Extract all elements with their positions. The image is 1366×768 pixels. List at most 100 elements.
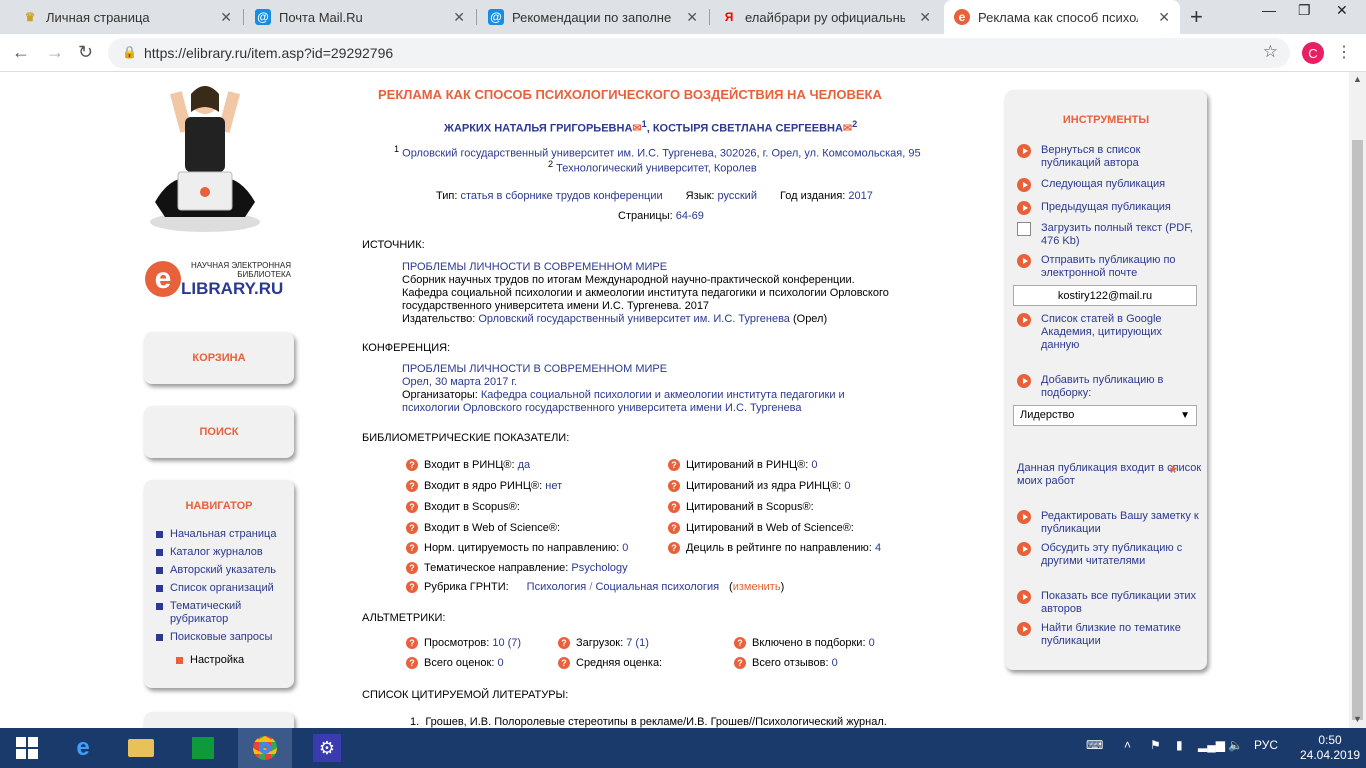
scroll-thumb[interactable] xyxy=(1352,140,1363,720)
close-window-icon[interactable]: ✕ xyxy=(1336,2,1348,19)
volume-icon[interactable]: 🔈 xyxy=(1228,738,1243,752)
author-link[interactable]: ЖАРКИХ НАТАЛЬЯ ГРИГОРЬЕВНА xyxy=(444,123,632,135)
help-icon[interactable]: ? xyxy=(668,542,680,554)
settings-gear-icon[interactable]: ⚙ xyxy=(300,728,354,768)
arrow-right-icon xyxy=(1017,542,1031,556)
flag-icon[interactable]: ⚑ xyxy=(1150,738,1161,752)
next-publication[interactable]: Следующая публикация xyxy=(1017,178,1202,192)
help-icon[interactable]: ? xyxy=(668,501,680,513)
close-icon[interactable]: ✕ xyxy=(1158,9,1170,26)
minimize-icon[interactable]: — xyxy=(1262,2,1276,18)
internet-explorer-icon[interactable]: e xyxy=(56,728,110,768)
nav-item-queries[interactable]: Поисковые запросы xyxy=(156,631,296,644)
nav-item-organizations[interactable]: Список организаций xyxy=(156,582,296,595)
profile-avatar[interactable]: C xyxy=(1302,42,1324,64)
help-icon[interactable]: ? xyxy=(406,459,418,471)
previous-publication[interactable]: Предыдущая публикация xyxy=(1017,201,1202,215)
nav-item-rubricator[interactable]: Тематический рубрикатор xyxy=(156,600,296,626)
email-input[interactable] xyxy=(1013,285,1197,306)
asterisk-icon: * xyxy=(1169,462,1177,483)
conference-link[interactable]: ПРОБЛЕМЫ ЛИЧНОСТИ В СОВРЕМЕННОМ МИРЕ xyxy=(402,363,902,376)
help-icon[interactable]: ? xyxy=(406,480,418,492)
help-icon[interactable]: ? xyxy=(668,459,680,471)
tab-recommendations[interactable]: @ Рекомендации по заполнени ✕ xyxy=(478,0,708,34)
store-icon[interactable] xyxy=(176,728,230,768)
language-indicator[interactable]: РУС xyxy=(1254,738,1278,752)
mail-icon[interactable]: ✉ xyxy=(632,123,641,135)
article-meta: Тип: статья в сборнике трудов конференци… xyxy=(436,190,873,202)
mail-icon[interactable]: ✉ xyxy=(843,123,852,135)
download-pdf[interactable]: Загрузить полный текст (PDF, 476 Kb) xyxy=(1017,222,1202,248)
publisher-link[interactable]: Орловский государственный университет им… xyxy=(478,313,790,325)
source-link[interactable]: ПРОБЛЕМЫ ЛИЧНОСТИ В СОВРЕМЕННОМ МИРЕ xyxy=(402,261,902,274)
new-tab-button[interactable]: + xyxy=(1190,4,1203,30)
scroll-down-icon[interactable]: ▼ xyxy=(1353,714,1362,724)
help-icon[interactable]: ? xyxy=(406,581,418,593)
help-icon[interactable]: ? xyxy=(406,501,418,513)
arrow-right-icon xyxy=(1017,144,1031,158)
nav-item-settings[interactable]: Настройка xyxy=(176,654,244,666)
windows-taskbar: e ⚙ ⌨ ˄ ⚑ ▮ ▂▄▆ 🔈 РУС 0:50 24.04.2019 xyxy=(0,728,1366,768)
help-icon[interactable]: ? xyxy=(668,480,680,492)
back-arrow-icon[interactable]: ← xyxy=(12,42,30,63)
add-to-collection[interactable]: Добавить публикацию в подборку: xyxy=(1017,374,1202,400)
cart-button[interactable]: КОРЗИНА xyxy=(144,332,294,384)
help-icon[interactable]: ? xyxy=(406,542,418,554)
network-icon[interactable]: ▂▄▆ xyxy=(1198,738,1225,752)
edit-note[interactable]: Редактировать Вашу заметку к публикации xyxy=(1017,510,1202,536)
google-scholar-citations[interactable]: Список статей в Google Академия, цитирую… xyxy=(1017,313,1202,352)
search-button[interactable]: ПОИСК xyxy=(144,406,294,458)
help-icon[interactable]: ? xyxy=(406,562,418,574)
tab-yandex-search[interactable]: Я елайбрари ру официальный с ✕ xyxy=(711,0,941,34)
menu-dots-icon[interactable]: ⋮ xyxy=(1336,42,1352,62)
windows-start-icon[interactable] xyxy=(0,728,54,768)
chrome-icon[interactable] xyxy=(238,728,292,768)
grnti-link[interactable]: Психология xyxy=(527,581,587,593)
show-all-author-publications[interactable]: Показать все публикации этих авторов xyxy=(1017,590,1202,616)
reload-icon[interactable]: ↻ xyxy=(78,42,93,63)
nav-item-journals[interactable]: Каталог журналов xyxy=(156,546,296,559)
tab-elibrary-article[interactable]: e Реклама как способ психолог ✕ xyxy=(944,0,1180,34)
file-explorer-icon[interactable] xyxy=(114,728,168,768)
nav-item-authors[interactable]: Авторский указатель xyxy=(156,564,296,577)
forward-arrow-icon[interactable]: → xyxy=(46,42,64,63)
help-icon[interactable]: ? xyxy=(558,657,570,669)
nav-item-home[interactable]: Начальная страница xyxy=(156,528,296,541)
back-to-author-list[interactable]: Вернуться в список публикаций автора xyxy=(1017,144,1202,170)
help-icon[interactable]: ? xyxy=(734,657,746,669)
help-icon[interactable]: ? xyxy=(558,637,570,649)
arrow-right-icon xyxy=(1017,590,1031,604)
change-rubric-link[interactable]: изменить xyxy=(733,581,781,593)
close-icon[interactable]: ✕ xyxy=(686,9,698,26)
help-icon[interactable]: ? xyxy=(734,637,746,649)
collection-select[interactable]: Лидерство ▼ xyxy=(1013,405,1197,426)
scroll-up-icon[interactable]: ▲ xyxy=(1353,74,1362,84)
author-link[interactable]: КОСТЫРЯ СВЕТЛАНА СЕРГЕЕВНА xyxy=(653,123,843,135)
references-heading: СПИСОК ЦИТИРУЕМОЙ ЛИТЕРАТУРЫ: xyxy=(362,689,569,701)
close-icon[interactable]: ✕ xyxy=(919,9,931,26)
url-input[interactable]: 🔒 https://elibrary.ru/item.asp?id=292927… xyxy=(108,38,1290,68)
help-icon[interactable]: ? xyxy=(406,637,418,649)
my-works-note[interactable]: * Данная публикация входит в список моих … xyxy=(1017,462,1202,488)
discuss-publication[interactable]: Обсудить эту публикацию с другими читате… xyxy=(1017,542,1202,568)
alt-reviews: ? Всего отзывов: 0 xyxy=(734,657,838,669)
chevron-up-icon[interactable]: ˄ xyxy=(1124,738,1131,752)
close-icon[interactable]: ✕ xyxy=(220,9,232,26)
battery-icon[interactable]: ▮ xyxy=(1176,738,1183,752)
grnti-link[interactable]: Социальная психология xyxy=(595,581,719,593)
close-icon[interactable]: ✕ xyxy=(453,9,465,26)
biblio-heading: БИБЛИОМЕТРИЧЕСКИЕ ПОКАЗАТЕЛИ: xyxy=(362,432,570,444)
find-similar-publications[interactable]: Найти близкие по тематике публикации xyxy=(1017,622,1202,648)
keyboard-icon[interactable]: ⌨ xyxy=(1086,738,1103,752)
restore-icon[interactable]: ❐ xyxy=(1298,2,1311,19)
bookmark-star-icon[interactable]: ☆ xyxy=(1263,42,1278,62)
send-by-email[interactable]: Отправить публикацию по электронной почт… xyxy=(1017,254,1202,280)
tab-personal-page[interactable]: ♛ Личная страница ✕ xyxy=(12,0,242,34)
help-icon[interactable]: ? xyxy=(668,522,680,534)
scrollbar[interactable]: ▲ ▼ xyxy=(1349,72,1366,728)
help-icon[interactable]: ? xyxy=(406,657,418,669)
clock[interactable]: 0:50 24.04.2019 xyxy=(1300,733,1360,763)
elibrary-logo[interactable]: e НАУЧНАЯ ЭЛЕКТРОННАЯ БИБЛИОТЕКА LIBRARY… xyxy=(145,257,305,302)
help-icon[interactable]: ? xyxy=(406,522,418,534)
tab-mail[interactable]: @ Почта Mail.Ru ✕ xyxy=(245,0,475,34)
